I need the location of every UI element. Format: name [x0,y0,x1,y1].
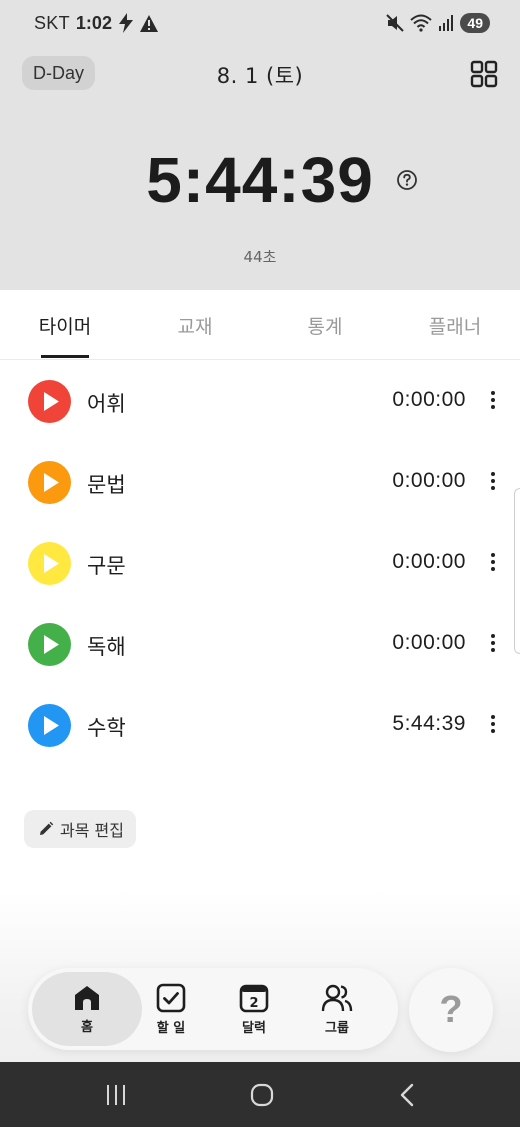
pencil-icon [40,821,54,835]
subject-row[interactable]: 어휘 0:00:00 [0,360,520,441]
signal-icon [439,15,454,31]
tab-statistics[interactable]: 통계 [260,290,390,360]
more-options-icon[interactable] [484,631,502,655]
subject-time: 0:00:00 [392,631,466,654]
carrier-label: SKT [34,12,70,33]
nav-group[interactable]: 그룹 [296,968,378,1050]
subject-name: 문법 [87,473,126,497]
tab-bar: 타이머 교재 통계 플래너 [0,290,520,360]
subject-time: 0:00:00 [392,388,466,411]
tab-planner[interactable]: 플래너 [390,290,520,360]
edit-subjects-label: 과목 편집 [60,821,124,840]
top-header: SKT 1:02 49 D-Day 8. 1 (토) 5:44:39 44초 [0,0,520,290]
help-circle-icon[interactable] [396,169,418,191]
date-title: 8. 1 (토) [216,64,304,88]
nav-home[interactable]: 홈 [32,972,142,1046]
nav-todo-label: 할 일 [156,1020,186,1036]
back-icon[interactable] [395,1082,421,1108]
subject-row[interactable]: 구문 0:00:00 [0,522,520,603]
play-icon [44,473,59,492]
play-icon [44,716,59,735]
checkbox-icon [156,983,186,1012]
grid-menu-icon[interactable] [470,60,498,88]
play-button[interactable] [28,461,71,504]
system-nav-bar [0,1062,520,1127]
nav-todo[interactable]: 할 일 [130,968,212,1050]
group-icon [321,984,353,1011]
tab-timer[interactable]: 타이머 [0,290,130,360]
status-time: 1:02 [75,12,112,33]
play-icon [44,392,59,411]
subject-name: 구문 [87,554,126,578]
total-timer: 5:44:39 [146,144,374,216]
battery-indicator: 49 [460,13,490,33]
help-button[interactable]: ? [409,968,493,1052]
play-button[interactable] [28,380,71,423]
wifi-icon [410,14,433,32]
status-bar: SKT 1:02 49 [0,0,520,46]
subject-time: 0:00:00 [392,550,466,573]
calendar-badge: 2 [249,996,258,1011]
play-icon [44,635,59,654]
warning-icon [139,14,158,32]
subject-time: 0:00:00 [392,469,466,492]
play-button[interactable] [28,623,71,666]
seconds-label: 44초 [243,248,277,266]
subject-row[interactable]: 수학 5:44:39 [0,684,520,765]
more-options-icon[interactable] [484,550,502,574]
tab-textbook[interactable]: 교재 [130,290,260,360]
nav-home-label: 홈 [81,1019,93,1035]
more-options-icon[interactable] [484,469,502,493]
calendar-icon: 2 [239,984,269,1012]
scroll-handle[interactable] [514,488,520,654]
home-icon [75,985,99,1010]
subject-name: 수학 [87,716,126,740]
more-options-icon[interactable] [484,388,502,412]
subject-name: 어휘 [87,392,126,416]
nav-calendar[interactable]: 2 달력 [213,968,295,1050]
subject-row[interactable]: 문법 0:00:00 [0,441,520,522]
home-system-icon[interactable] [249,1082,275,1108]
edit-subjects-button[interactable]: 과목 편집 [24,810,136,848]
mute-icon [386,14,405,32]
nav-calendar-label: 달력 [242,1020,266,1036]
recent-apps-icon[interactable] [103,1082,129,1108]
lightning-icon [118,13,133,33]
header-row: D-Day 8. 1 (토) [0,52,520,98]
nav-group-label: 그룹 [325,1020,349,1036]
subject-name: 독해 [87,635,126,659]
subject-row[interactable]: 독해 0:00:00 [0,603,520,684]
subject-time: 5:44:39 [392,712,466,735]
active-tab-indicator [41,355,89,358]
more-options-icon[interactable] [484,712,502,736]
play-button[interactable] [28,704,71,747]
bottom-nav: 홈 할 일 2 달력 그룹 [28,968,398,1050]
play-icon [44,554,59,573]
play-button[interactable] [28,542,71,585]
